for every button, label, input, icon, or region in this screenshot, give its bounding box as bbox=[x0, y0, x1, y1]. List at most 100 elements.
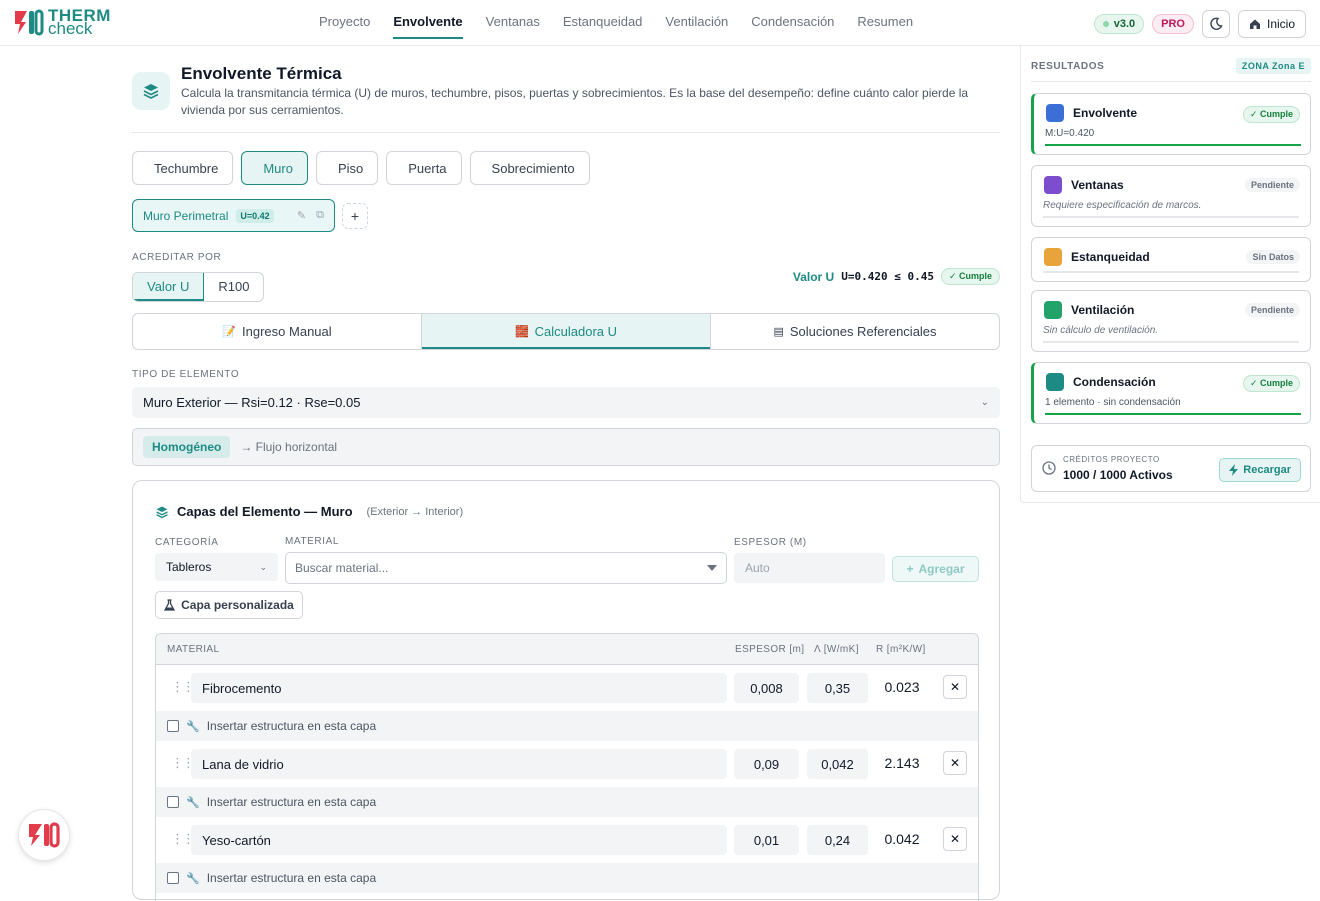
type-muro-button[interactable]: Muro bbox=[241, 151, 308, 185]
nav-proyecto[interactable]: Proyecto bbox=[311, 0, 378, 46]
theme-toggle-button[interactable] bbox=[1201, 10, 1230, 38]
brick-icon: 🧱 bbox=[514, 326, 529, 338]
layer-r-value: 0.023 bbox=[884, 679, 920, 695]
clock-icon bbox=[1042, 461, 1056, 475]
result-card-progress bbox=[1043, 271, 1299, 273]
zona-badge: ZONA Zona E bbox=[1235, 58, 1311, 74]
version-label: v3.0 bbox=[1113, 18, 1136, 30]
categoria-select[interactable]: Tableros ⌄ bbox=[155, 553, 278, 581]
remove-layer-button[interactable]: ✕ bbox=[943, 827, 967, 851]
layer-espesor-input[interactable]: 0,01 bbox=[734, 825, 799, 855]
homogeneo-tag[interactable]: Homogéneo bbox=[143, 436, 231, 458]
material-placeholder: Buscar material... bbox=[295, 561, 389, 575]
acreditar-label: ACREDITAR POR bbox=[132, 252, 222, 263]
results-title: RESULTADOS bbox=[1031, 60, 1105, 72]
insert-structure-checkbox[interactable] bbox=[167, 872, 179, 884]
memo-icon: 📝 bbox=[222, 326, 237, 338]
layer-espesor-input[interactable]: 0,09 bbox=[734, 749, 799, 779]
insert-structure-label: Insertar estructura en esta capa bbox=[206, 795, 377, 809]
main-nav: Proyecto Envolvente Ventanas Estanqueidad Ve… bbox=[311, 0, 928, 46]
logo[interactable]: THERM check bbox=[14, 7, 111, 37]
element-chip-u-badge: U=0.42 bbox=[236, 208, 274, 223]
condensación-icon bbox=[1046, 373, 1064, 391]
acreditar-option-valor-u[interactable]: Valor U bbox=[133, 273, 205, 301]
espesor-placeholder: Auto bbox=[745, 561, 770, 575]
main-content: Envolvente Térmica Calcula la transmitan… bbox=[132, 46, 1000, 901]
layer-lambda-input[interactable]: 0,24 bbox=[807, 825, 868, 855]
nav-estanqueidad[interactable]: Estanqueidad bbox=[555, 0, 651, 46]
result-card-envolvente[interactable]: Envolvente ✓ Cumple M:U=0.420 bbox=[1031, 93, 1311, 155]
acreditar-option-r100[interactable]: R100 bbox=[204, 273, 263, 301]
espesor-input[interactable]: Auto bbox=[734, 553, 885, 583]
material-search-input[interactable]: Buscar material... bbox=[285, 552, 727, 584]
plus-icon: + bbox=[906, 562, 914, 576]
layer-material-input[interactable]: Lana de vidrio bbox=[191, 749, 727, 779]
result-card-name: Ventanas bbox=[1071, 178, 1124, 192]
tab-label: Soluciones Referenciales bbox=[789, 324, 937, 339]
nav-envolvente[interactable]: Envolvente bbox=[385, 0, 470, 46]
type-puerta-button[interactable]: Puerta bbox=[386, 151, 462, 185]
pencil-icon[interactable]: ✎ bbox=[297, 209, 306, 222]
nav-label: Envolvente bbox=[393, 14, 463, 39]
brand-fab-button[interactable] bbox=[18, 809, 70, 861]
drag-handle-icon[interactable]: ⋮⋮ bbox=[171, 755, 195, 771]
result-card-condensación[interactable]: Condensación ✓ Cumple 1 elemento · sin con… bbox=[1031, 362, 1311, 424]
nav-ventanas[interactable]: Ventanas bbox=[478, 0, 548, 46]
wrench-icon: 🔧 bbox=[186, 872, 200, 885]
home-button[interactable]: Inicio bbox=[1237, 10, 1306, 38]
remove-layer-button[interactable]: ✕ bbox=[943, 751, 967, 775]
u-status-label: Valor U bbox=[792, 269, 835, 284]
nav-ventilación[interactable]: Ventilación bbox=[657, 0, 736, 46]
custom-layer-button[interactable]: Capa personalizada bbox=[155, 591, 303, 619]
tab-soluciones-referenciales[interactable]: ▤ Soluciones Referenciales bbox=[711, 314, 999, 349]
layer-espesor-input[interactable]: 0,008 bbox=[734, 673, 799, 703]
tipo-elemento-select[interactable]: Muro Exterior — Rsi=0.12 · Rse=0.05 ⌄ bbox=[132, 387, 1000, 418]
add-layer-button[interactable]: + Agregar bbox=[892, 556, 979, 582]
remove-layer-button[interactable]: ✕ bbox=[943, 675, 967, 699]
layer-espesor-value: 0,008 bbox=[750, 680, 783, 696]
brand-logo-icon bbox=[29, 822, 60, 848]
layer-espesor-value: 0,09 bbox=[753, 756, 780, 772]
type-sobrecimiento-button[interactable]: Sobrecimiento bbox=[469, 151, 590, 185]
result-card-ventilación[interactable]: Ventilación Pendiente Sin cálculo de venti… bbox=[1031, 290, 1311, 352]
status-badge: ✓ Cumple bbox=[940, 268, 1000, 285]
add-element-button[interactable]: + bbox=[342, 203, 368, 229]
result-card-detail: Sin cálculo de ventilación. bbox=[1043, 325, 1159, 336]
element-chip-name: Muro Perimetral bbox=[143, 208, 229, 223]
layer-lambda-input[interactable]: 0,042 bbox=[807, 749, 868, 779]
result-card-detail: 1 elemento · sin condensación bbox=[1045, 397, 1181, 408]
espesor-label: ESPESOR (M) bbox=[734, 537, 807, 548]
type-label: Techumbre bbox=[154, 160, 219, 176]
result-card-progress bbox=[1045, 413, 1301, 415]
layer-material-input[interactable]: Fibrocemento bbox=[191, 673, 727, 703]
drag-handle-icon[interactable]: ⋮⋮ bbox=[171, 831, 195, 847]
layer-material-value: Lana de vidrio bbox=[202, 756, 284, 772]
nav-resumen[interactable]: Resumen bbox=[849, 0, 921, 46]
drag-handle-icon[interactable]: ⋮⋮ bbox=[171, 679, 195, 695]
recargar-button[interactable]: Recargar bbox=[1219, 458, 1301, 482]
home-label: Inicio bbox=[1266, 17, 1295, 31]
result-card-ventanas[interactable]: Ventanas Pendiente Requiere especificación… bbox=[1031, 165, 1311, 227]
element-type-selector: Techumbre Muro Piso Puerta Sobrecimiento bbox=[132, 151, 590, 185]
type-piso-button[interactable]: Piso bbox=[315, 151, 379, 185]
layer-espesor-value: 0,01 bbox=[753, 832, 780, 848]
caret-down-icon bbox=[707, 565, 717, 571]
layer-material-input[interactable]: Yeso-cartón bbox=[191, 825, 727, 855]
layer-r-value: 2.143 bbox=[884, 755, 920, 771]
element-chip-muro-perimetral[interactable]: Muro Perimetral U=0.42 ✎ ⧉ bbox=[132, 199, 335, 232]
layer-lambda-input[interactable]: 0,35 bbox=[807, 673, 868, 703]
copy-icon[interactable]: ⧉ bbox=[316, 209, 324, 222]
tab-ingreso-manual[interactable]: 📝 Ingreso Manual bbox=[133, 314, 422, 349]
type-techumbre-button[interactable]: Techumbre bbox=[132, 151, 234, 185]
tab-calculadora-u[interactable]: 🧱 Calculadora U bbox=[422, 314, 711, 349]
layer-lambda-value: 0,35 bbox=[824, 680, 851, 696]
plan-badge: PRO bbox=[1152, 14, 1194, 34]
custom-layer-label: Capa personalizada bbox=[181, 598, 294, 612]
add-layer-label: Agregar bbox=[918, 562, 965, 576]
capas-card: Capas del Elemento — Muro (Exterior → In… bbox=[132, 480, 1000, 901]
insert-structure-checkbox[interactable] bbox=[167, 796, 179, 808]
page-title: Envolvente Térmica bbox=[181, 64, 342, 83]
result-card-estanqueidad[interactable]: Estanqueidad Sin Datos bbox=[1031, 237, 1311, 282]
insert-structure-checkbox[interactable] bbox=[167, 720, 179, 732]
nav-condensación[interactable]: Condensación bbox=[743, 0, 842, 46]
